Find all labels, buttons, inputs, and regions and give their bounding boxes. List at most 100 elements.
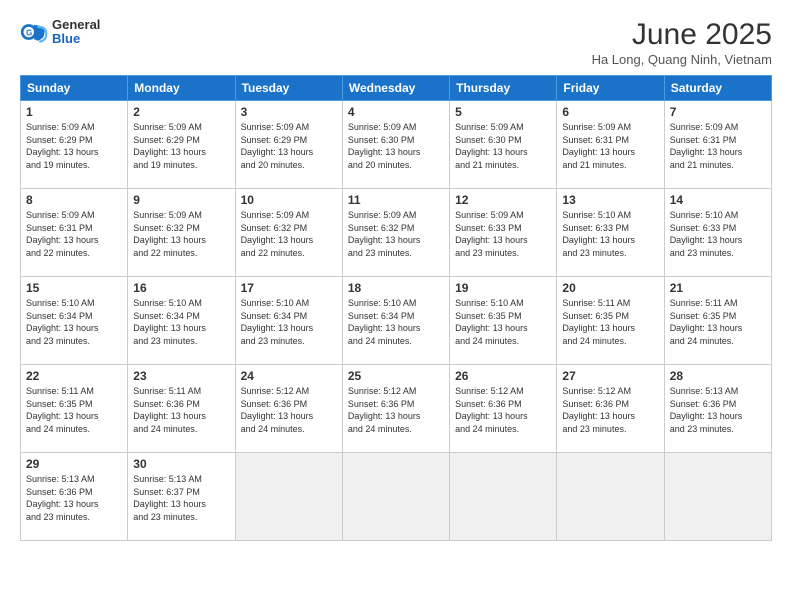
week-row-2: 8Sunrise: 5:09 AM Sunset: 6:31 PM Daylig… xyxy=(21,189,772,277)
day-cell: 1 Sunrise: 5:09 AM Sunset: 6:29 PM Daylig… xyxy=(21,101,128,189)
day-cell: 30Sunrise: 5:13 AM Sunset: 6:37 PM Dayli… xyxy=(128,453,235,541)
day-detail: Sunrise: 5:12 AM Sunset: 6:36 PM Dayligh… xyxy=(348,385,444,435)
day-number: 5 xyxy=(455,105,551,119)
day-detail: Sunrise: 5:13 AM Sunset: 6:36 PM Dayligh… xyxy=(26,473,122,523)
day-number: 14 xyxy=(670,193,766,207)
day-cell: 28 Sunrise: 5:13 AM Sunset: 6:36 PM Dayli… xyxy=(664,365,771,453)
day-cell: 21Sunrise: 5:11 AM Sunset: 6:35 PM Dayli… xyxy=(664,277,771,365)
month-title: June 2025 xyxy=(592,18,772,52)
day-cell: 19 Sunrise: 5:10 AM Sunset: 6:35 PM Dayli… xyxy=(450,277,557,365)
day-cell: 10 Sunrise: 5:09 AM Sunset: 6:32 PM Dayli… xyxy=(235,189,342,277)
location: Ha Long, Quang Ninh, Vietnam xyxy=(592,52,772,67)
logo-general-text: General xyxy=(52,18,100,32)
title-block: June 2025 Ha Long, Quang Ninh, Vietnam xyxy=(592,18,772,67)
col-header-saturday: Saturday xyxy=(664,76,771,101)
day-cell: 8Sunrise: 5:09 AM Sunset: 6:31 PM Daylig… xyxy=(21,189,128,277)
day-cell xyxy=(342,453,449,541)
day-cell: 18Sunrise: 5:10 AM Sunset: 6:34 PM Dayli… xyxy=(342,277,449,365)
day-number: 19 xyxy=(455,281,551,295)
day-detail: Sunrise: 5:13 AM Sunset: 6:37 PM Dayligh… xyxy=(133,473,229,523)
col-header-wednesday: Wednesday xyxy=(342,76,449,101)
day-detail: Sunrise: 5:09 AM Sunset: 6:33 PM Dayligh… xyxy=(455,209,551,259)
day-cell: 20 Sunrise: 5:11 AM Sunset: 6:35 PM Dayli… xyxy=(557,277,664,365)
col-header-tuesday: Tuesday xyxy=(235,76,342,101)
day-cell: 24Sunrise: 5:12 AM Sunset: 6:36 PM Dayli… xyxy=(235,365,342,453)
week-row-3: 15 Sunrise: 5:10 AM Sunset: 6:34 PM Dayli… xyxy=(21,277,772,365)
day-cell: 6 Sunrise: 5:09 AM Sunset: 6:31 PM Daylig… xyxy=(557,101,664,189)
day-detail: Sunrise: 5:09 AM Sunset: 6:29 PM Dayligh… xyxy=(241,121,337,171)
day-cell: 26 Sunrise: 5:12 AM Sunset: 6:36 PM Dayli… xyxy=(450,365,557,453)
day-cell: 14 Sunrise: 5:10 AM Sunset: 6:33 PM Dayli… xyxy=(664,189,771,277)
day-cell: 15 Sunrise: 5:10 AM Sunset: 6:34 PM Dayli… xyxy=(21,277,128,365)
day-number: 23 xyxy=(133,369,229,383)
day-number: 29 xyxy=(26,457,122,471)
day-number: 1 xyxy=(26,105,122,119)
day-number: 11 xyxy=(348,193,444,207)
week-row-1: 1 Sunrise: 5:09 AM Sunset: 6:29 PM Daylig… xyxy=(21,101,772,189)
day-detail: Sunrise: 5:09 AM Sunset: 6:31 PM Dayligh… xyxy=(670,121,766,171)
day-number: 6 xyxy=(562,105,658,119)
logo-text: General Blue xyxy=(52,18,100,47)
day-number: 10 xyxy=(241,193,337,207)
day-number: 27 xyxy=(562,369,658,383)
day-detail: Sunrise: 5:09 AM Sunset: 6:29 PM Dayligh… xyxy=(133,121,229,171)
day-detail: Sunrise: 5:09 AM Sunset: 6:31 PM Dayligh… xyxy=(562,121,658,171)
day-detail: Sunrise: 5:10 AM Sunset: 6:34 PM Dayligh… xyxy=(241,297,337,347)
day-number: 20 xyxy=(562,281,658,295)
calendar-page: G General Blue June 2025 Ha Long, Quang … xyxy=(0,0,792,612)
day-cell: 17 Sunrise: 5:10 AM Sunset: 6:34 PM Dayli… xyxy=(235,277,342,365)
header-row: SundayMondayTuesdayWednesdayThursdayFrid… xyxy=(21,76,772,101)
week-row-4: 22 Sunrise: 5:11 AM Sunset: 6:35 PM Dayli… xyxy=(21,365,772,453)
day-detail: Sunrise: 5:12 AM Sunset: 6:36 PM Dayligh… xyxy=(455,385,551,435)
day-number: 17 xyxy=(241,281,337,295)
col-header-thursday: Thursday xyxy=(450,76,557,101)
day-detail: Sunrise: 5:10 AM Sunset: 6:34 PM Dayligh… xyxy=(26,297,122,347)
day-detail: Sunrise: 5:09 AM Sunset: 6:30 PM Dayligh… xyxy=(455,121,551,171)
day-cell: 25 Sunrise: 5:12 AM Sunset: 6:36 PM Dayli… xyxy=(342,365,449,453)
day-cell: 16 Sunrise: 5:10 AM Sunset: 6:34 PM Dayli… xyxy=(128,277,235,365)
day-number: 25 xyxy=(348,369,444,383)
day-detail: Sunrise: 5:11 AM Sunset: 6:35 PM Dayligh… xyxy=(26,385,122,435)
day-detail: Sunrise: 5:10 AM Sunset: 6:33 PM Dayligh… xyxy=(670,209,766,259)
col-header-monday: Monday xyxy=(128,76,235,101)
day-detail: Sunrise: 5:12 AM Sunset: 6:36 PM Dayligh… xyxy=(562,385,658,435)
day-cell: 3Sunrise: 5:09 AM Sunset: 6:29 PM Daylig… xyxy=(235,101,342,189)
day-number: 16 xyxy=(133,281,229,295)
day-detail: Sunrise: 5:09 AM Sunset: 6:29 PM Dayligh… xyxy=(26,121,122,171)
day-detail: Sunrise: 5:10 AM Sunset: 6:34 PM Dayligh… xyxy=(133,297,229,347)
day-detail: Sunrise: 5:11 AM Sunset: 6:36 PM Dayligh… xyxy=(133,385,229,435)
day-detail: Sunrise: 5:11 AM Sunset: 6:35 PM Dayligh… xyxy=(670,297,766,347)
day-detail: Sunrise: 5:09 AM Sunset: 6:32 PM Dayligh… xyxy=(348,209,444,259)
day-cell xyxy=(235,453,342,541)
day-number: 2 xyxy=(133,105,229,119)
day-cell xyxy=(664,453,771,541)
day-number: 13 xyxy=(562,193,658,207)
logo-blue-text: Blue xyxy=(52,32,100,46)
logo: G General Blue xyxy=(20,18,100,47)
day-detail: Sunrise: 5:09 AM Sunset: 6:30 PM Dayligh… xyxy=(348,121,444,171)
day-detail: Sunrise: 5:11 AM Sunset: 6:35 PM Dayligh… xyxy=(562,297,658,347)
day-detail: Sunrise: 5:09 AM Sunset: 6:32 PM Dayligh… xyxy=(241,209,337,259)
day-number: 26 xyxy=(455,369,551,383)
day-cell xyxy=(450,453,557,541)
day-number: 8 xyxy=(26,193,122,207)
day-cell: 9Sunrise: 5:09 AM Sunset: 6:32 PM Daylig… xyxy=(128,189,235,277)
day-cell: 27 Sunrise: 5:12 AM Sunset: 6:36 PM Dayli… xyxy=(557,365,664,453)
day-number: 4 xyxy=(348,105,444,119)
day-detail: Sunrise: 5:13 AM Sunset: 6:36 PM Dayligh… xyxy=(670,385,766,435)
day-cell: 7Sunrise: 5:09 AM Sunset: 6:31 PM Daylig… xyxy=(664,101,771,189)
day-number: 28 xyxy=(670,369,766,383)
day-detail: Sunrise: 5:10 AM Sunset: 6:34 PM Dayligh… xyxy=(348,297,444,347)
day-number: 12 xyxy=(455,193,551,207)
col-header-friday: Friday xyxy=(557,76,664,101)
day-cell: 11 Sunrise: 5:09 AM Sunset: 6:32 PM Dayli… xyxy=(342,189,449,277)
day-detail: Sunrise: 5:10 AM Sunset: 6:35 PM Dayligh… xyxy=(455,297,551,347)
logo-icon: G xyxy=(20,18,48,46)
day-number: 22 xyxy=(26,369,122,383)
day-number: 15 xyxy=(26,281,122,295)
day-number: 24 xyxy=(241,369,337,383)
calendar-table: SundayMondayTuesdayWednesdayThursdayFrid… xyxy=(20,75,772,541)
week-row-5: 29 Sunrise: 5:13 AM Sunset: 6:36 PM Dayli… xyxy=(21,453,772,541)
day-detail: Sunrise: 5:09 AM Sunset: 6:32 PM Dayligh… xyxy=(133,209,229,259)
day-cell: 29 Sunrise: 5:13 AM Sunset: 6:36 PM Dayli… xyxy=(21,453,128,541)
